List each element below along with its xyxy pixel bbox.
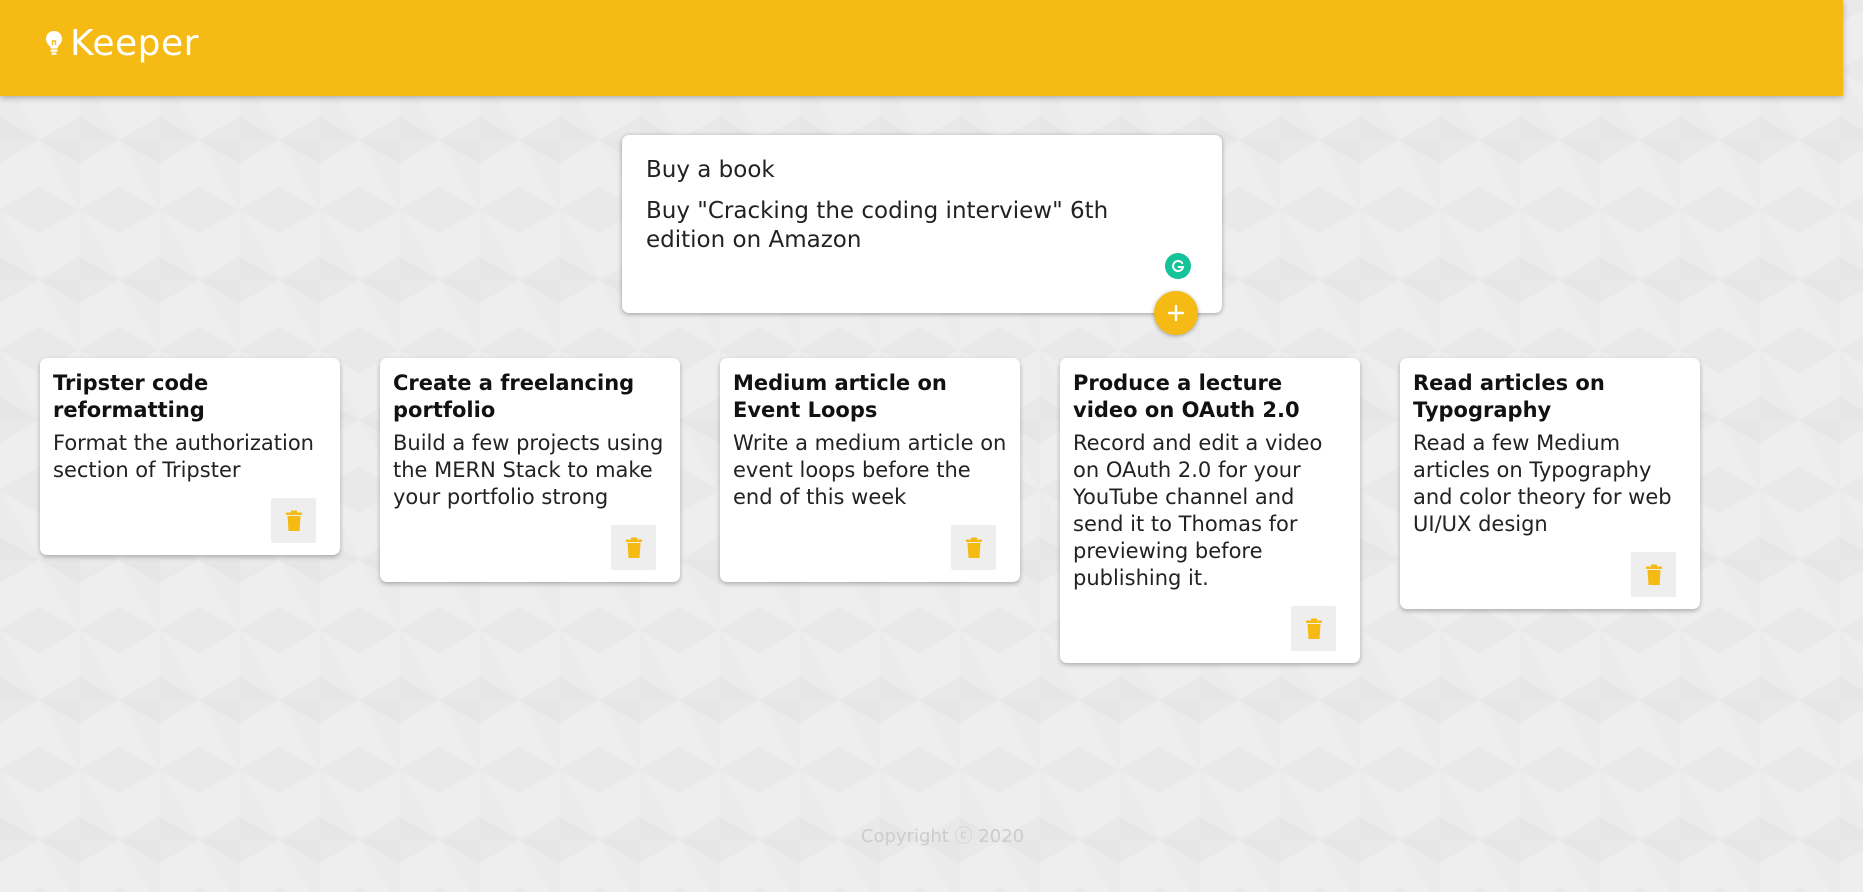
trash-icon bbox=[1305, 618, 1322, 639]
note-card: Create a freelancing portfolio Build a f… bbox=[380, 358, 680, 582]
footer: Copyright ⓒ 2020 bbox=[0, 822, 1863, 848]
note-content-input[interactable]: Buy "Cracking the coding interview" 6th … bbox=[646, 197, 1146, 277]
note-title: Tripster code reformatting bbox=[53, 371, 209, 422]
plus-icon bbox=[1167, 304, 1185, 322]
grammarly-icon[interactable] bbox=[1165, 253, 1191, 279]
note-content: Format the authorization section of Trip… bbox=[53, 431, 314, 482]
note-title: Medium article on Event Loops bbox=[733, 371, 947, 422]
lightbulb-icon bbox=[46, 31, 62, 55]
grammarly-glyph bbox=[1172, 260, 1185, 273]
note-title: Read articles on Typography bbox=[1413, 371, 1605, 422]
delete-note-button[interactable] bbox=[1631, 552, 1676, 597]
note-title-input[interactable] bbox=[646, 157, 1196, 183]
trash-icon bbox=[1645, 564, 1662, 585]
note-card: Read articles on Typography Read a few M… bbox=[1400, 358, 1700, 609]
note-content: Read a few Medium articles on Typography… bbox=[1413, 431, 1672, 536]
delete-note-button[interactable] bbox=[951, 525, 996, 570]
delete-note-button[interactable] bbox=[271, 498, 316, 543]
app-header: Keeper bbox=[0, 0, 1843, 96]
note-card: Medium article on Event Loops Write a me… bbox=[720, 358, 1020, 582]
add-note-button[interactable] bbox=[1154, 291, 1198, 335]
note-title: Produce a lecture video on OAuth 2.0 bbox=[1073, 371, 1300, 422]
note-card: Tripster code reformatting Format the au… bbox=[40, 358, 340, 555]
copyright-text: Copyright ⓒ 2020 bbox=[860, 826, 1025, 847]
trash-icon bbox=[625, 537, 642, 558]
trash-icon bbox=[285, 510, 302, 531]
create-note-form: Buy "Cracking the coding interview" 6th … bbox=[622, 135, 1222, 313]
note-content: Record and edit a video on OAuth 2.0 for… bbox=[1073, 431, 1323, 590]
note-content: Build a few projects using the MERN Stac… bbox=[393, 431, 664, 509]
delete-note-button[interactable] bbox=[611, 525, 656, 570]
note-card: Produce a lecture video on OAuth 2.0 Rec… bbox=[1060, 358, 1360, 663]
brand: Keeper bbox=[44, 26, 199, 62]
note-content: Write a medium article on event loops be… bbox=[733, 431, 1007, 509]
note-title: Create a freelancing portfolio bbox=[393, 371, 635, 422]
app-title: Keeper bbox=[70, 23, 199, 64]
trash-icon bbox=[965, 537, 982, 558]
delete-note-button[interactable] bbox=[1291, 606, 1336, 651]
